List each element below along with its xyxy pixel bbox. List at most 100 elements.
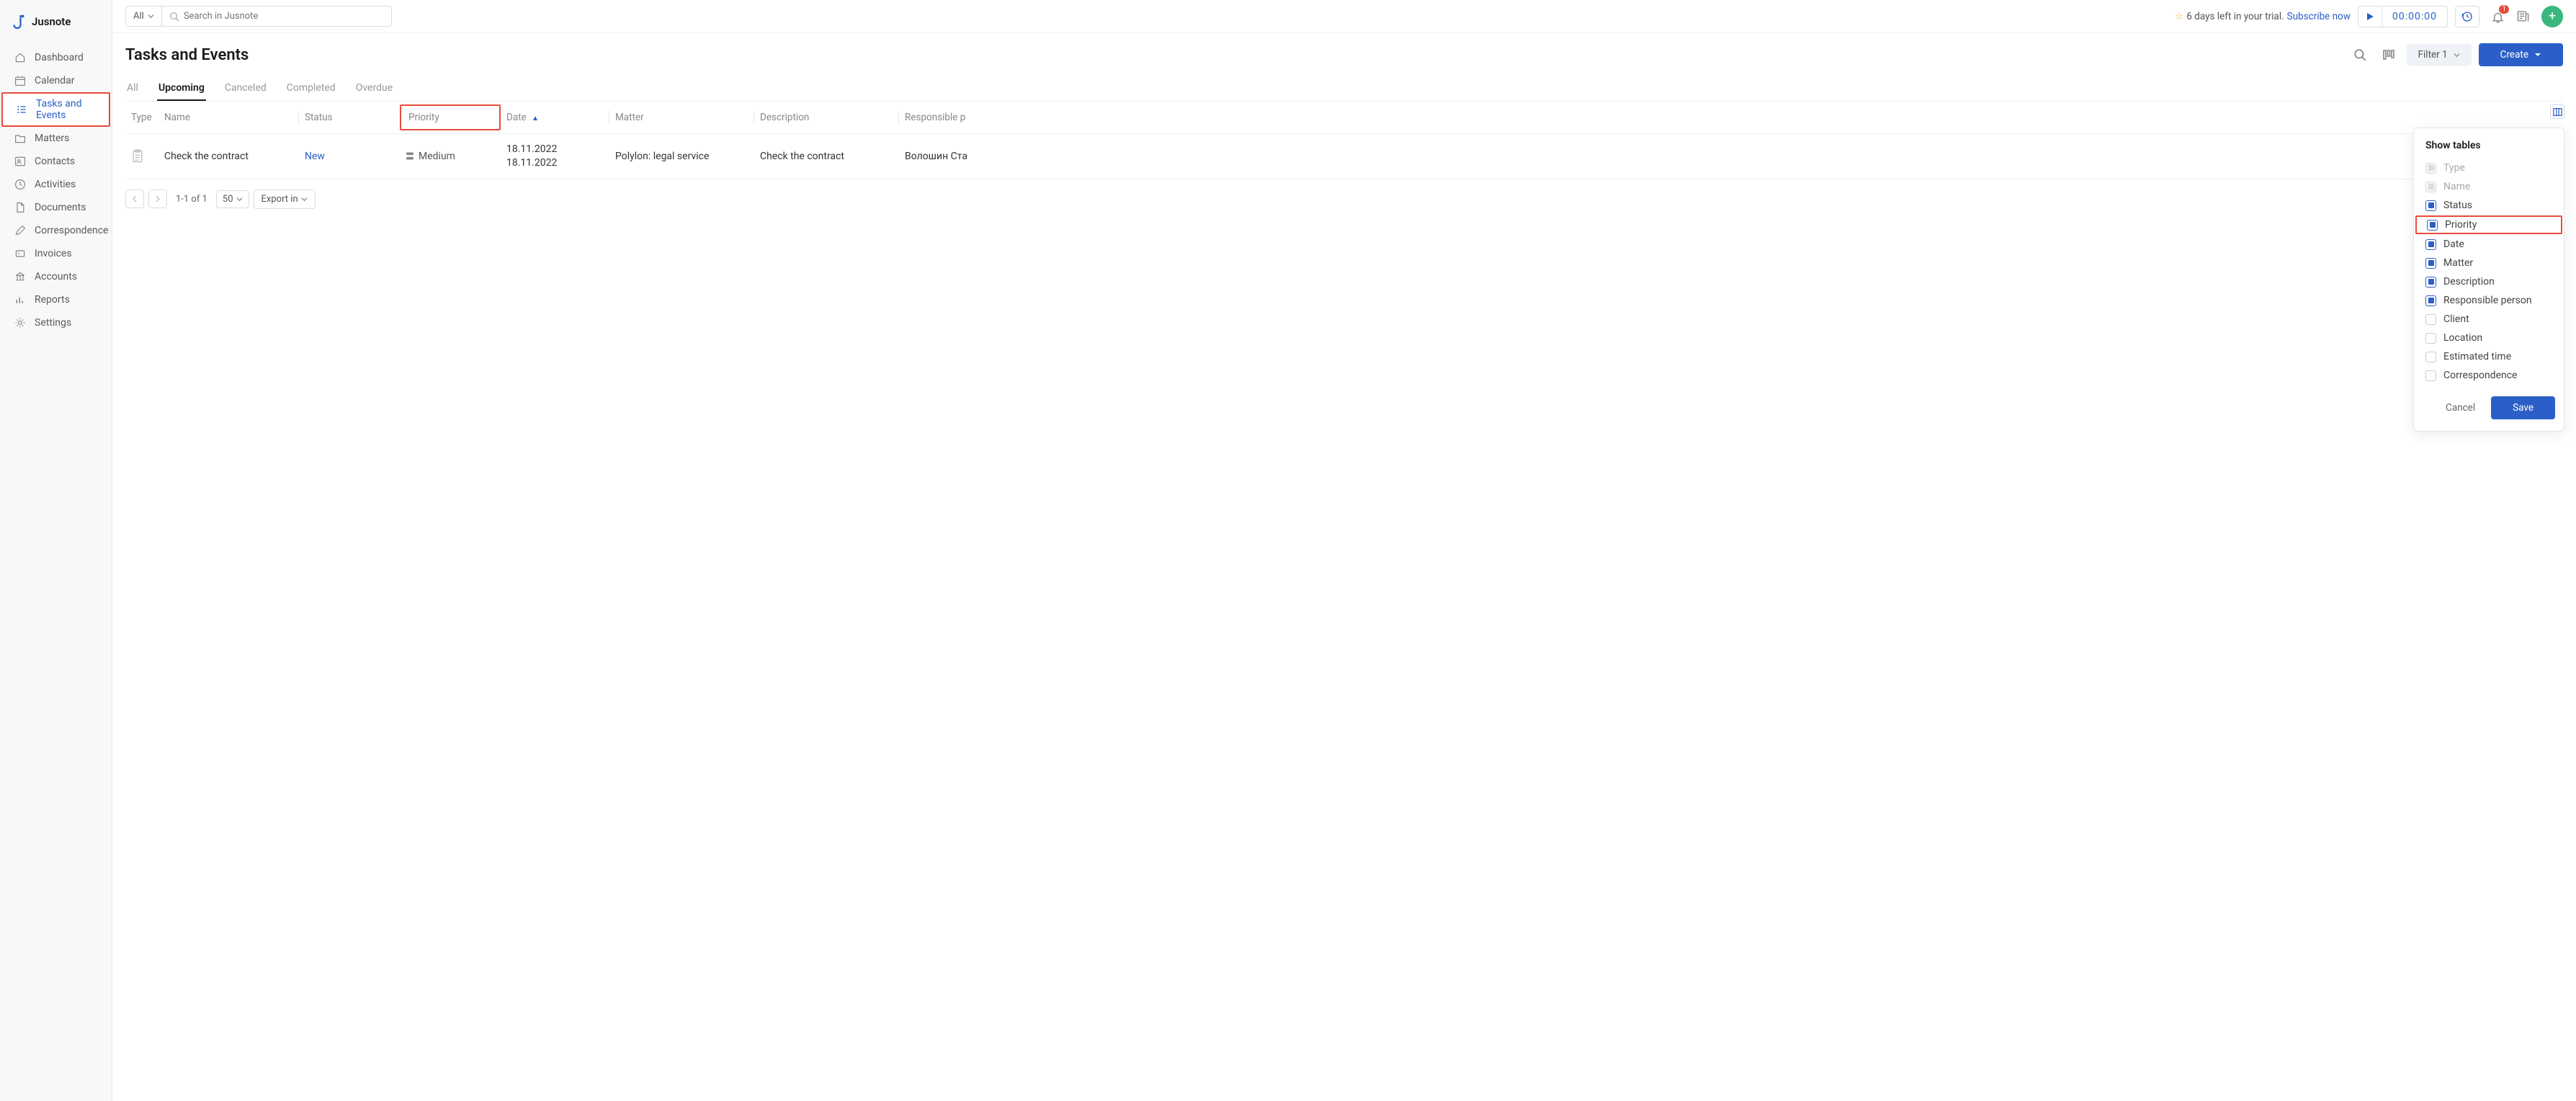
search-scope-label: All: [133, 11, 144, 22]
main: All ☆ 6 days left in your trial. Subscri…: [112, 0, 2576, 1101]
play-icon: [2366, 12, 2374, 21]
tab-overdue[interactable]: Overdue: [354, 76, 394, 101]
sidebar-item-calendar[interactable]: Calendar: [0, 69, 112, 92]
column-toggle-date[interactable]: Date: [2414, 235, 2564, 254]
invoice-icon: [14, 248, 26, 259]
news-button[interactable]: [2516, 9, 2530, 23]
table: Type Name Status Priority Date ▲ Matter …: [112, 102, 2576, 219]
sidebar-item-reports[interactable]: Reports: [0, 288, 112, 311]
create-button[interactable]: Create: [2479, 43, 2563, 66]
sidebar-item-documents[interactable]: Documents: [0, 196, 112, 219]
priority-label: Medium: [419, 151, 455, 162]
column-toggle-type: Type: [2414, 159, 2564, 177]
checkbox-label: Name: [2443, 181, 2470, 192]
show-tables-popover: Show tables Type Name Status Priority Date Ma…: [2413, 128, 2564, 432]
search-container: [161, 6, 392, 27]
clipboard-icon: [131, 149, 144, 164]
page-prev-button[interactable]: [125, 190, 144, 208]
sidebar-item-contacts[interactable]: Contacts: [0, 150, 112, 173]
col-priority[interactable]: Priority: [400, 104, 501, 130]
column-toggle-status[interactable]: Status: [2414, 196, 2564, 215]
col-responsible[interactable]: Responsible p: [899, 112, 2563, 123]
sidebar-item-dashboard[interactable]: Dashboard: [0, 46, 112, 69]
table-header: Type Name Status Priority Date ▲ Matter …: [125, 102, 2563, 134]
checkbox-label: Correspondence: [2443, 370, 2517, 381]
timer-history-button[interactable]: [2455, 6, 2479, 27]
column-toggle-priority[interactable]: Priority: [2415, 215, 2562, 234]
tab-all[interactable]: All: [125, 76, 140, 101]
column-settings-button[interactable]: [2550, 104, 2564, 119]
columns-icon: [2553, 107, 2562, 117]
page-title: Tasks and Events: [125, 46, 2349, 64]
popover-title: Show tables: [2414, 140, 2564, 159]
gear-icon: [14, 317, 26, 329]
column-toggle-client[interactable]: Client: [2414, 310, 2564, 329]
star-icon: ☆: [2175, 11, 2183, 22]
checkbox-label: Date: [2443, 239, 2464, 250]
board-view-button[interactable]: [2378, 44, 2400, 66]
column-toggle-description[interactable]: Description: [2414, 272, 2564, 291]
chevron-down-icon: [236, 196, 243, 202]
sidebar-item-settings[interactable]: Settings: [0, 311, 112, 334]
checkbox: [2425, 370, 2436, 381]
nav-label: Activities: [35, 179, 76, 190]
avatar-add[interactable]: +: [2541, 6, 2563, 27]
notifications-button[interactable]: 1: [2491, 9, 2505, 23]
nav-label: Contacts: [35, 156, 75, 167]
search-tasks-button[interactable]: [2349, 44, 2371, 66]
calendar-icon: [14, 75, 26, 86]
tasks-icon: [16, 104, 27, 115]
sidebar-item-activities[interactable]: Activities: [0, 173, 112, 196]
subscribe-link[interactable]: Subscribe now: [2287, 11, 2351, 22]
sidebar-item-accounts[interactable]: Accounts: [0, 265, 112, 288]
checkbox: [2425, 352, 2436, 362]
sidebar-item-invoices[interactable]: Invoices: [0, 242, 112, 265]
column-toggle-correspondence[interactable]: Correspondence: [2414, 366, 2564, 385]
checkbox: [2427, 220, 2438, 231]
export-button[interactable]: Export in: [254, 190, 316, 209]
search-input[interactable]: [184, 11, 384, 22]
col-matter[interactable]: Matter: [609, 112, 753, 123]
search-scope-selector[interactable]: All: [125, 6, 161, 27]
timer-display: 00:00:00: [2382, 11, 2447, 22]
sidebar: Jusnote DashboardCalendarTasks and Event…: [0, 0, 112, 1101]
sidebar-item-matters[interactable]: Matters: [0, 127, 112, 150]
avatar-plus-icon: +: [2549, 9, 2556, 24]
chevron-right-icon: [155, 195, 161, 202]
column-toggle-location[interactable]: Location: [2414, 329, 2564, 347]
col-type[interactable]: Type: [125, 112, 158, 123]
trial-notice: ☆ 6 days left in your trial. Subscribe n…: [2175, 11, 2351, 22]
chart-icon: [14, 294, 26, 306]
column-toggle-matter[interactable]: Matter: [2414, 254, 2564, 272]
filter-label: Filter 1: [2418, 49, 2448, 61]
cell-responsible: Волошин Ста: [899, 151, 2563, 162]
column-toggle-estimated-time[interactable]: Estimated time: [2414, 347, 2564, 366]
app-logo-icon: [13, 13, 26, 30]
checkbox: [2425, 333, 2436, 344]
tab-completed[interactable]: Completed: [285, 76, 337, 101]
col-name[interactable]: Name: [158, 112, 298, 123]
tab-canceled[interactable]: Canceled: [223, 76, 268, 101]
col-date[interactable]: Date ▲: [501, 112, 609, 123]
timer-play-button[interactable]: [2358, 6, 2382, 27]
clock-history-icon: [2461, 11, 2473, 22]
cell-description: Check the contract: [754, 151, 898, 162]
col-status[interactable]: Status: [299, 112, 400, 123]
col-description[interactable]: Description: [754, 112, 898, 123]
save-button[interactable]: Save: [2491, 396, 2555, 419]
contact-icon: [14, 156, 26, 167]
column-toggle-responsible-person[interactable]: Responsible person: [2414, 291, 2564, 310]
page-next-button[interactable]: [148, 190, 167, 208]
filter-button[interactable]: Filter 1: [2407, 44, 2472, 66]
logo[interactable]: Jusnote: [0, 6, 112, 43]
bank-icon: [14, 271, 26, 282]
checkbox-label: Status: [2443, 200, 2472, 211]
folder-icon: [14, 133, 26, 144]
table-row[interactable]: Check the contract New 〓 Medium 18.11.20…: [125, 134, 2563, 179]
page-size-selector[interactable]: 50: [216, 190, 249, 208]
sidebar-item-tasks-and-events[interactable]: Tasks and Events: [1, 92, 110, 127]
checkbox: [2425, 314, 2436, 325]
cancel-button[interactable]: Cancel: [2436, 396, 2485, 419]
sidebar-item-correspondence[interactable]: Correspondence: [0, 219, 112, 242]
tab-upcoming[interactable]: Upcoming: [157, 76, 206, 101]
